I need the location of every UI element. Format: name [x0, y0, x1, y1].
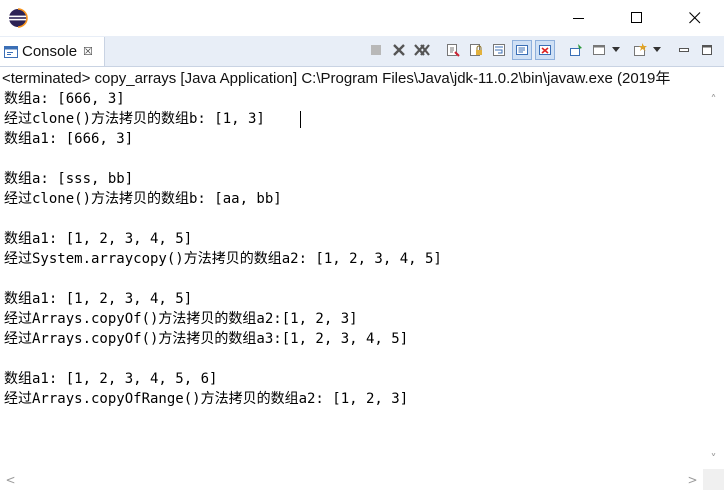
- remove-launch-icon: [393, 44, 405, 56]
- scroll-lock-button[interactable]: [466, 40, 486, 60]
- eclipse-app-icon: [9, 8, 28, 28]
- console-line: 经过Arrays.copyOf()方法拷贝的数组a2:[1, 2, 3]: [4, 311, 358, 327]
- console-icon: [4, 45, 18, 58]
- pin-console-button[interactable]: [566, 40, 586, 60]
- scroll-down-icon[interactable]: ˅: [705, 450, 722, 467]
- pin-console-icon: [570, 44, 582, 56]
- vertical-scrollbar[interactable]: ˄ ˅: [703, 89, 724, 469]
- clear-console-button[interactable]: [443, 40, 463, 60]
- console-line: 经过clone()方法拷贝的数组b: [aa, bb]: [4, 191, 282, 207]
- show-on-stderr-button[interactable]: [535, 40, 555, 60]
- console-line: 数组a1: [1, 2, 3, 4, 5]: [4, 291, 193, 307]
- console-line: 数组a1: [1, 2, 3, 4, 5]: [4, 231, 193, 247]
- console-line: 经过clone()方法拷贝的数组b: [1, 3]: [4, 111, 265, 127]
- open-console-dropdown[interactable]: [651, 40, 663, 60]
- display-console-icon: [593, 45, 605, 55]
- remove-launch-button[interactable]: [389, 40, 409, 60]
- process-status-line: <terminated> copy_arrays [Java Applicati…: [2, 70, 671, 87]
- window-titlebar: [0, 0, 724, 36]
- console-line: 经过Arrays.copyOf()方法拷贝的数组a3:[1, 2, 3, 4, …: [4, 331, 409, 347]
- maximize-window-button[interactable]: [608, 0, 666, 36]
- minimize-view-icon: [679, 48, 689, 52]
- display-console-button[interactable]: [589, 40, 609, 60]
- console-line: 数组a: [666, 3]: [4, 91, 125, 107]
- chevron-down-icon: [653, 47, 661, 52]
- chevron-down-icon: [612, 47, 620, 52]
- scrollbar-corner: [703, 469, 724, 490]
- remove-all-terminated-button[interactable]: [412, 40, 432, 60]
- scroll-up-icon[interactable]: ˄: [705, 91, 722, 108]
- minimize-window-button[interactable]: [550, 0, 608, 36]
- console-line: 经过Arrays.copyOfRange()方法拷贝的数组a2: [1, 2, …: [4, 391, 409, 407]
- console-line: 数组a1: [1, 2, 3, 4, 5, 6]: [4, 371, 218, 387]
- terminate-button[interactable]: [366, 40, 386, 60]
- display-console-dropdown[interactable]: [610, 40, 622, 60]
- tab-console[interactable]: Console ☒: [0, 37, 105, 66]
- tab-console-label: Console: [22, 43, 78, 60]
- minimize-view-button[interactable]: [674, 40, 694, 60]
- terminate-icon: [371, 45, 381, 55]
- tab-close-icon[interactable]: ☒: [83, 45, 93, 58]
- remove-all-terminated-icon: [414, 44, 430, 56]
- maximize-view-button[interactable]: [697, 40, 717, 60]
- scroll-right-icon[interactable]: >: [684, 471, 701, 488]
- horizontal-scrollbar[interactable]: < >: [0, 469, 703, 490]
- open-console-icon: [634, 43, 647, 56]
- scroll-left-icon[interactable]: <: [2, 471, 19, 488]
- word-wrap-button[interactable]: [489, 40, 509, 60]
- open-console-button[interactable]: [630, 40, 650, 60]
- minimize-icon: [573, 18, 584, 19]
- console-output[interactable]: 数组a: [666, 3] 经过clone()方法拷贝的数组b: [1, 3] …: [0, 89, 703, 469]
- console-line: 数组a: [sss, bb]: [4, 171, 134, 187]
- word-wrap-icon: [493, 44, 505, 56]
- console-line: 经过System.arraycopy()方法拷贝的数组a2: [1, 2, 3,…: [4, 251, 442, 267]
- clear-console-icon: [447, 44, 460, 57]
- show-on-stdout-button[interactable]: [512, 40, 532, 60]
- console-line: 数组a1: [666, 3]: [4, 131, 134, 147]
- show-on-stdout-icon: [516, 45, 528, 55]
- maximize-icon: [631, 12, 642, 23]
- close-icon: [689, 12, 701, 24]
- show-on-stderr-icon: [539, 45, 551, 55]
- maximize-view-icon: [702, 45, 712, 55]
- close-window-button[interactable]: [666, 0, 724, 36]
- text-caret: [300, 111, 301, 128]
- scroll-lock-icon: [470, 44, 482, 56]
